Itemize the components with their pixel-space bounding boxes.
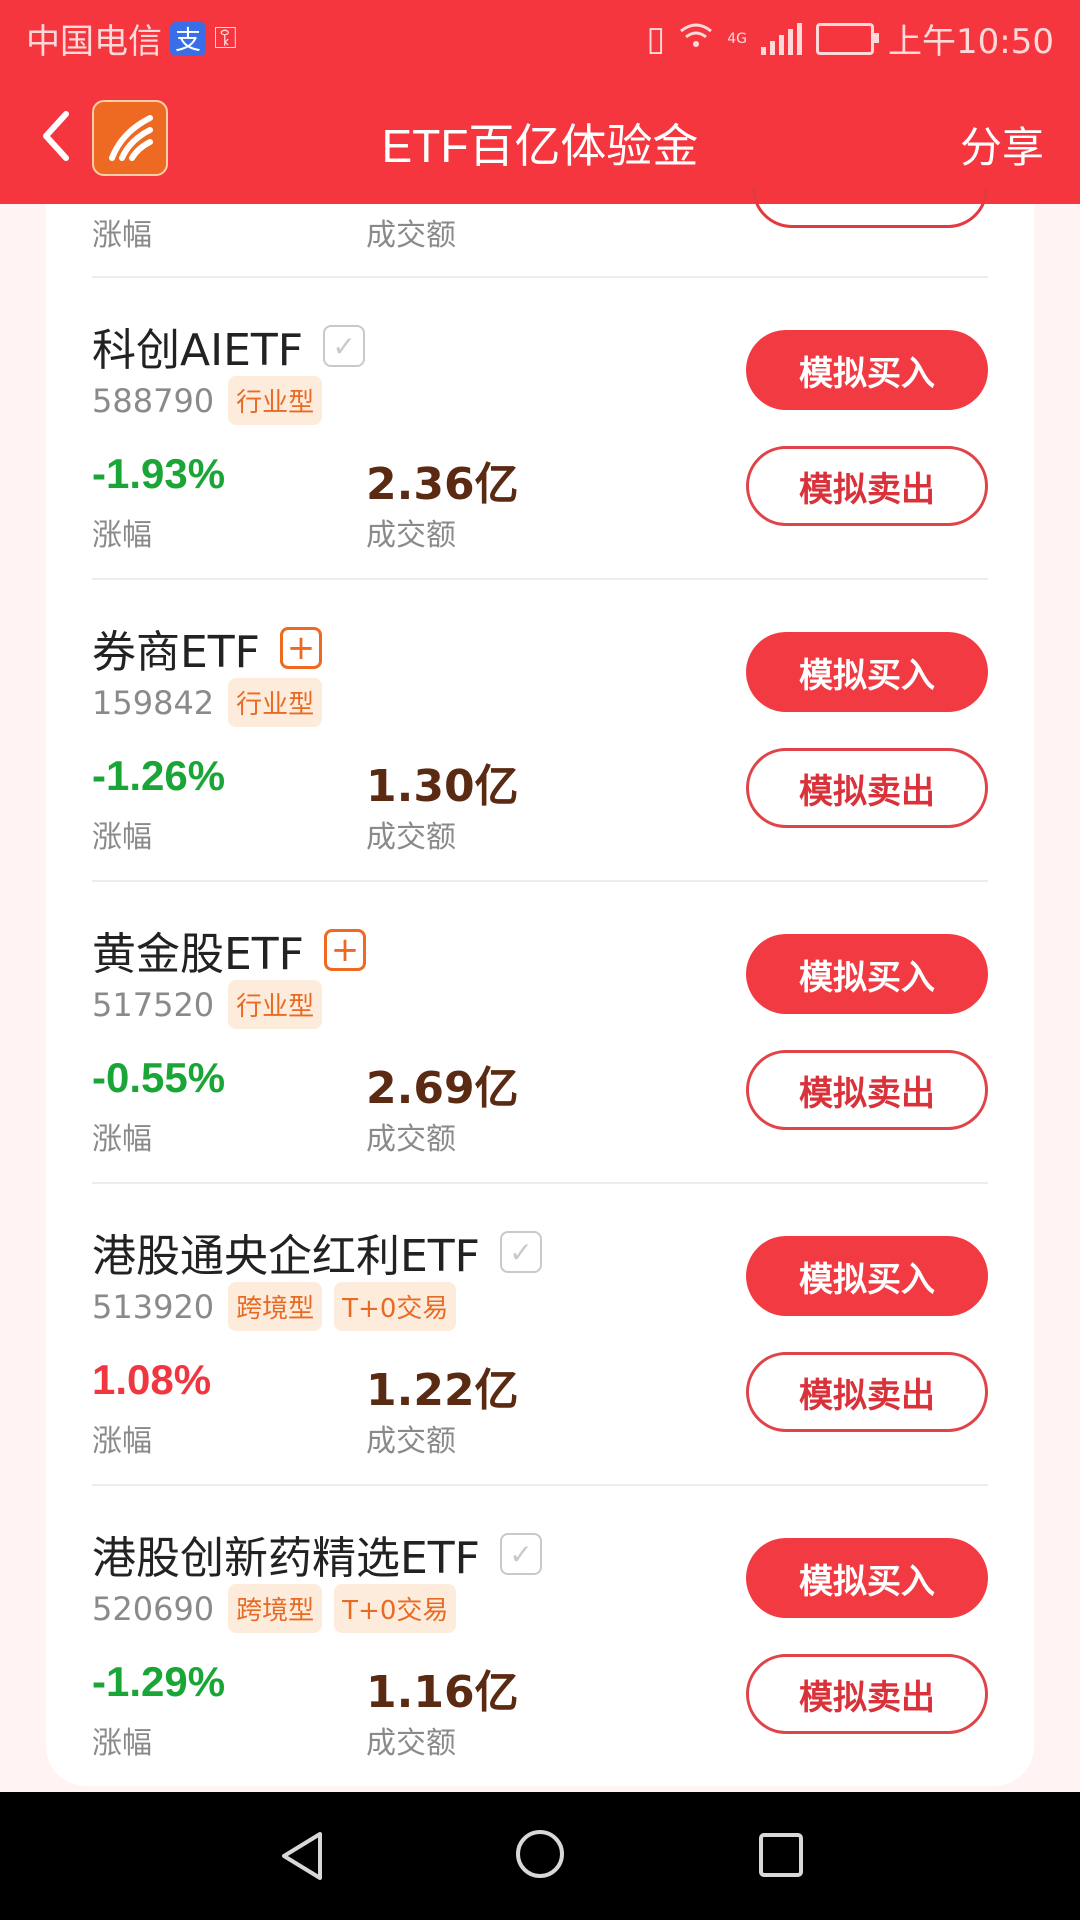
share-button[interactable]: 分享 <box>960 114 1044 175</box>
vibrate-icon: ▯ <box>646 18 666 59</box>
simulate-buy-button[interactable]: 模拟买入 <box>746 632 988 712</box>
change-label: 涨幅 <box>92 1122 152 1157</box>
key-icon: ⚿ <box>214 21 237 56</box>
fund-type-tag: 行业型 <box>228 376 323 425</box>
volume-label: 成交额 <box>366 1424 456 1459</box>
volume-label: 成交额 <box>366 820 456 855</box>
change-label: 涨幅 <box>92 218 152 253</box>
change-value: -0.55% <box>92 1054 226 1101</box>
volume-value: 1.22亿 <box>366 1365 519 1416</box>
simulate-buy-button[interactable]: 模拟买入 <box>746 934 988 1014</box>
change-label: 涨幅 <box>92 820 152 855</box>
fund-type-tag: 行业型 <box>228 980 323 1029</box>
fund-list-card: 涨幅 成交额 科创AIETF ✓ 588790 行业型 -1.93% 涨幅 2.… <box>46 188 1034 1786</box>
fund-code-line: 520690 跨境型 T+0交易 <box>92 1584 457 1633</box>
volume-value: 1.16亿 <box>366 1667 519 1718</box>
plus-box-icon[interactable]: + <box>324 929 366 971</box>
fund-code-line: 159842 行业型 <box>92 678 323 727</box>
volume-value: 1.30亿 <box>366 761 519 812</box>
fund-type-tag: 跨境型 <box>228 1282 323 1331</box>
simulate-buy-button[interactable]: 模拟买入 <box>746 1236 988 1316</box>
change-value: -1.29% <box>92 1658 226 1705</box>
fund-type-tag: 跨境型 <box>228 1584 323 1633</box>
change-value: 1.08% <box>92 1356 212 1403</box>
battery-icon <box>816 22 880 55</box>
fund-code: 588790 <box>92 381 215 420</box>
fund-name-line: 券商ETF + <box>92 616 322 680</box>
fund-name[interactable]: 黄金股ETF <box>92 918 304 982</box>
fund-name-line: 港股通央企红利ETF ✓ <box>92 1220 542 1284</box>
partial-row: 涨幅 成交额 <box>92 188 988 278</box>
simulate-sell-button[interactable]: 模拟卖出 <box>746 1654 988 1734</box>
status-bar: 中国电信 支 ⚿ ▯ 4G 上午10:50 <box>0 0 1080 72</box>
simulate-sell-button[interactable]: 模拟卖出 <box>746 1352 988 1432</box>
wifi-icon <box>679 19 713 59</box>
fund-code: 517520 <box>92 985 215 1024</box>
fund-row: 港股创新药精选ETF ✓ 520690 跨境型 T+0交易 -1.29% 涨幅 1… <box>92 1484 988 1786</box>
volume-value: 2.36亿 <box>366 459 519 510</box>
simulate-sell-button[interactable]: 模拟卖出 <box>746 748 988 828</box>
fund-code: 513920 <box>92 1287 215 1326</box>
volume-label: 成交额 <box>366 1122 456 1157</box>
app-header: ETF百亿体验金 分享 <box>0 72 1080 204</box>
signal-icon <box>761 22 803 55</box>
change-label: 涨幅 <box>92 1726 152 1761</box>
fund-name[interactable]: 港股创新药精选ETF <box>92 1522 480 1586</box>
simulate-buy-button[interactable]: 模拟买入 <box>746 330 988 410</box>
network-type: 4G <box>727 30 748 47</box>
fund-row: 港股通央企红利ETF ✓ 513920 跨境型 T+0交易 1.08% 涨幅 1.… <box>92 1182 988 1484</box>
page-title: ETF百亿体验金 <box>381 120 699 172</box>
nav-recent-icon[interactable] <box>758 1832 804 1878</box>
carrier-name: 中国电信 <box>26 22 162 62</box>
fund-code-line: 517520 行业型 <box>92 980 323 1029</box>
fund-name[interactable]: 券商ETF <box>92 616 260 680</box>
volume-label: 成交额 <box>366 218 456 253</box>
alipay-icon: 支 <box>170 21 206 56</box>
system-nav-bar <box>0 1792 1080 1920</box>
fund-code-line: 513920 跨境型 T+0交易 <box>92 1282 457 1331</box>
fund-code-line: 588790 行业型 <box>92 376 323 425</box>
sell-button-partial[interactable] <box>752 188 988 228</box>
plus-box-icon[interactable]: + <box>280 627 322 669</box>
fund-code: 159842 <box>92 683 215 722</box>
fund-name-line: 科创AIETF ✓ <box>92 314 366 378</box>
change-label: 涨幅 <box>92 518 152 553</box>
simulate-sell-button[interactable]: 模拟卖出 <box>746 1050 988 1130</box>
change-label: 涨幅 <box>92 1424 152 1459</box>
simulate-buy-button[interactable]: 模拟买入 <box>746 1538 988 1618</box>
nav-back-icon[interactable] <box>276 1828 332 1884</box>
change-value: -1.93% <box>92 450 226 497</box>
simulate-sell-button[interactable]: 模拟卖出 <box>746 446 988 526</box>
volume-value: 2.69亿 <box>366 1063 519 1114</box>
check-icon[interactable]: ✓ <box>500 1231 542 1273</box>
clock-time: 上午10:50 <box>888 22 1054 62</box>
volume-label: 成交额 <box>366 518 456 553</box>
fund-name-line: 港股创新药精选ETF ✓ <box>92 1522 542 1586</box>
fund-row: 券商ETF + 159842 行业型 -1.26% 涨幅 1.30亿 成交额 模… <box>92 578 988 880</box>
fund-code: 520690 <box>92 1589 215 1628</box>
fund-type-tag: 行业型 <box>228 678 323 727</box>
check-icon[interactable]: ✓ <box>500 1533 542 1575</box>
fund-name-line: 黄金股ETF + <box>92 918 366 982</box>
check-icon[interactable]: ✓ <box>323 325 366 367</box>
fund-name[interactable]: 科创AIETF <box>92 314 303 378</box>
fund-row: 科创AIETF ✓ 588790 行业型 -1.93% 涨幅 2.36亿 成交额… <box>92 276 988 578</box>
change-value: -1.26% <box>92 752 226 799</box>
fund-type-tag: T+0交易 <box>334 1282 457 1331</box>
fund-name[interactable]: 港股通央企红利ETF <box>92 1220 480 1284</box>
fund-list: 科创AIETF ✓ 588790 行业型 -1.93% 涨幅 2.36亿 成交额… <box>92 276 988 1786</box>
nav-home-icon[interactable] <box>514 1828 566 1880</box>
fund-row: 黄金股ETF + 517520 行业型 -0.55% 涨幅 2.69亿 成交额 … <box>92 880 988 1182</box>
volume-label: 成交额 <box>366 1726 456 1761</box>
fund-type-tag: T+0交易 <box>334 1584 457 1633</box>
